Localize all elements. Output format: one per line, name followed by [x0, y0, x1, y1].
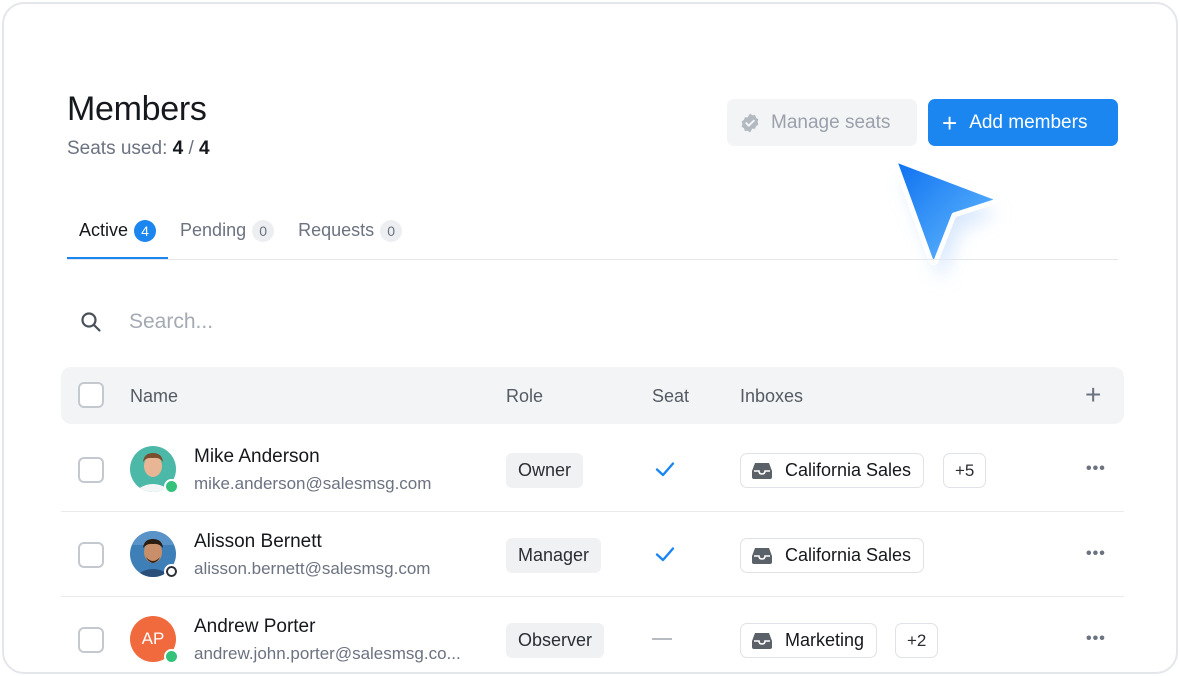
checkmark-icon: [655, 547, 675, 562]
column-header-role[interactable]: Role: [506, 386, 543, 407]
inbox-chip[interactable]: California Sales: [740, 538, 925, 573]
tab-count-badge: 4: [134, 220, 157, 242]
inbox-chip[interactable]: California Sales: [740, 453, 925, 488]
avatar: AP: [130, 616, 179, 664]
role-badge[interactable]: Observer: [506, 623, 605, 658]
seats-total-count: 4: [199, 138, 210, 159]
tab-count-badge: 0: [380, 220, 403, 242]
more-horizontal-icon[interactable]: •••: [1086, 545, 1106, 563]
row-checkbox[interactable]: [78, 542, 104, 568]
select-all-checkbox[interactable]: [78, 382, 104, 408]
tabs-divider: [67, 259, 1118, 260]
column-header-seat[interactable]: Seat: [652, 386, 689, 407]
row-checkbox[interactable]: [78, 457, 104, 483]
inbox-tray-icon: [752, 547, 772, 564]
cursor-pointer-icon: [891, 156, 999, 281]
tab-count-badge: 0: [252, 220, 275, 242]
table-row: AP Andrew Porter andrew.john.porter@sale…: [61, 597, 1124, 672]
page-title: Members: [67, 90, 207, 128]
seats-used-count: 4: [172, 138, 184, 159]
inbox-tray-icon: [752, 462, 772, 479]
column-header-name[interactable]: Name: [130, 386, 178, 407]
add-members-button[interactable]: + Add members: [928, 99, 1118, 146]
column-header-inboxes[interactable]: Inboxes: [740, 386, 803, 407]
inbox-more-chip[interactable]: +2: [895, 623, 939, 658]
search-input[interactable]: [129, 310, 529, 334]
offline-status-dot: [164, 564, 179, 579]
members-panel: Members Seats used: 4 / 4 Manage seats +…: [2, 2, 1178, 674]
member-email: mike.anderson@salesmsg.com: [194, 474, 432, 493]
plus-icon: +: [942, 107, 958, 138]
role-badge[interactable]: Owner: [506, 453, 584, 488]
tab-label: Active: [79, 220, 129, 240]
tab-active[interactable]: Active 4: [67, 214, 169, 259]
avatar: [130, 531, 179, 579]
inbox-tray-icon: [752, 632, 772, 649]
avatar: [130, 446, 179, 494]
inbox-name: California Sales: [785, 545, 912, 565]
online-status-dot: [164, 649, 179, 664]
online-status-dot: [164, 479, 179, 494]
seats-used-label: Seats used:: [67, 138, 168, 159]
manage-seats-button[interactable]: Manage seats: [727, 99, 917, 146]
manage-seats-label: Manage seats: [771, 111, 891, 133]
more-horizontal-icon[interactable]: •••: [1086, 630, 1106, 648]
table-row: Alisson Bernett alisson.bernett@salesmsg…: [61, 512, 1124, 597]
tab-label: Requests: [298, 220, 375, 240]
inbox-name: Marketing: [785, 630, 865, 650]
search-icon: [81, 312, 101, 332]
table-row: Mike Anderson mike.anderson@salesmsg.com…: [61, 427, 1124, 512]
badge-check-icon: [739, 112, 761, 134]
table-header: Name Role Seat Inboxes +: [61, 367, 1124, 424]
no-seat-dash: [652, 638, 672, 640]
member-name: Andrew Porter: [194, 616, 316, 637]
member-email: andrew.john.porter@salesmsg.co...: [194, 644, 461, 663]
search-bar: [79, 310, 529, 334]
checkmark-icon: [655, 462, 675, 477]
tab-requests[interactable]: Requests 0: [286, 214, 414, 259]
more-horizontal-icon[interactable]: •••: [1086, 460, 1106, 478]
add-members-label: Add members: [969, 111, 1088, 133]
seats-used: Seats used: 4 / 4: [67, 138, 210, 160]
seats-separator: /: [188, 138, 194, 159]
role-badge[interactable]: Manager: [506, 538, 602, 573]
inbox-more-chip[interactable]: +5: [943, 453, 987, 488]
inbox-name: California Sales: [785, 460, 912, 480]
add-column-plus-icon[interactable]: +: [1085, 379, 1101, 411]
tab-label: Pending: [180, 220, 247, 240]
inbox-chip[interactable]: Marketing: [740, 623, 878, 658]
member-name: Alisson Bernett: [194, 531, 322, 552]
member-email: alisson.bernett@salesmsg.com: [194, 559, 431, 578]
member-tabs: Active 4 Pending 0 Requests 0: [67, 214, 414, 259]
tab-pending[interactable]: Pending 0: [168, 214, 286, 259]
member-name: Mike Anderson: [194, 446, 320, 467]
row-checkbox[interactable]: [78, 627, 104, 653]
